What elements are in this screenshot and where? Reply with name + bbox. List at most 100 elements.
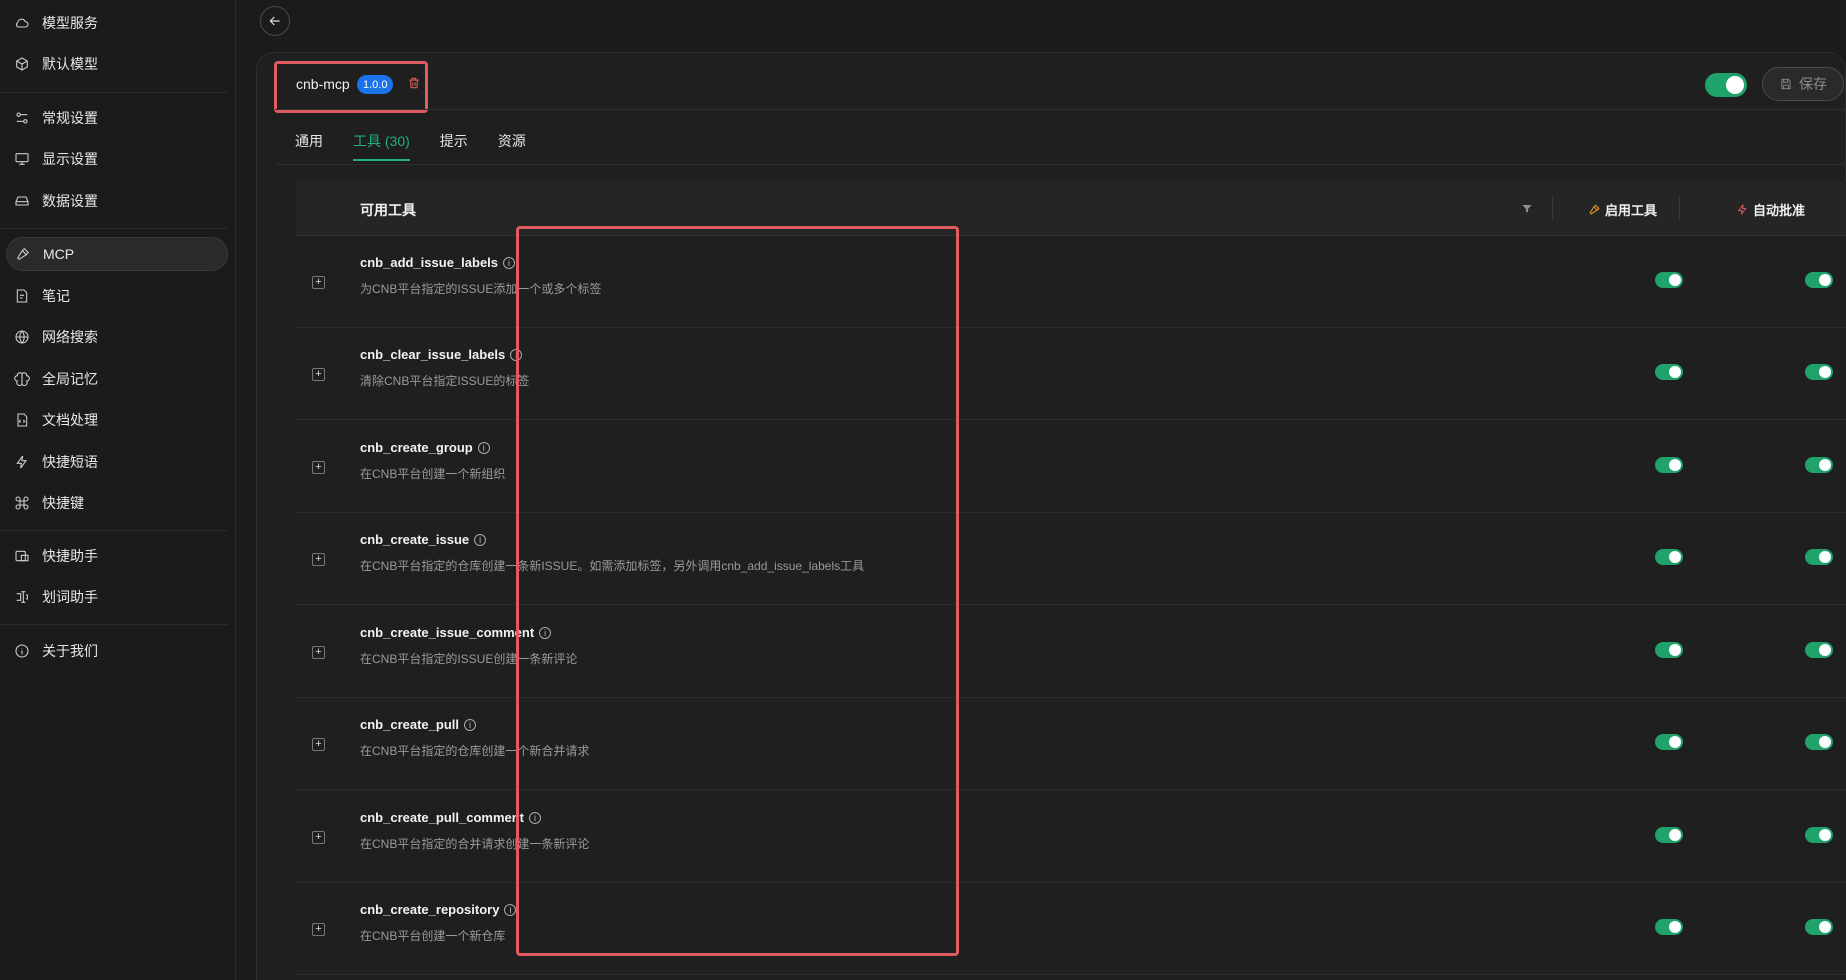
auto-approve-toggle[interactable] xyxy=(1805,457,1833,473)
info-icon[interactable]: i xyxy=(529,811,542,824)
expand-row-button[interactable]: + xyxy=(312,368,325,381)
tool-description: 在CNB平台指定的仓库创建一个新合并请求 xyxy=(360,744,590,758)
info-icon[interactable]: i xyxy=(510,348,523,361)
info-icon[interactable]: i xyxy=(539,626,552,639)
enable-tool-toggle[interactable] xyxy=(1655,272,1683,288)
sidebar-item-mcp[interactable]: MCP xyxy=(6,237,228,271)
tool-name-text: cnb_clear_issue_labels xyxy=(360,347,506,362)
table-row: + cnb_create_issue_comment i 在CNB平台指定的ISS… xyxy=(296,606,1846,698)
sidebar-item-model-service[interactable]: 模型服务 xyxy=(6,6,228,40)
tab-general[interactable]: 通用 xyxy=(295,131,323,161)
enable-tool-toggle[interactable] xyxy=(1655,457,1683,473)
expand-row-button[interactable]: + xyxy=(312,738,325,751)
info-icon[interactable]: i xyxy=(503,256,516,269)
expand-row-button[interactable]: + xyxy=(312,553,325,566)
tabs-divider xyxy=(275,164,1846,165)
monitor-icon xyxy=(14,151,30,167)
info-icon[interactable]: i xyxy=(464,718,476,731)
enable-tool-toggle[interactable] xyxy=(1655,549,1683,565)
auto-approve-toggle[interactable] xyxy=(1805,919,1833,935)
sidebar-divider xyxy=(0,228,228,229)
sidebar-item-label: 数据设置 xyxy=(42,193,98,209)
sidebar-item-default-model[interactable]: 默认模型 xyxy=(6,47,228,81)
sidebar-item-quick-phrases[interactable]: 快捷短语 xyxy=(6,445,228,479)
sidebar-item-general-settings[interactable]: 常规设置 xyxy=(6,101,228,135)
tool-name: cnb_create_issue i xyxy=(360,532,487,547)
auto-approve-toggle[interactable] xyxy=(1805,827,1833,843)
tool-name: cnb_add_issue_labels i xyxy=(360,255,516,270)
tools-table: 可用工具 启用工具 自动批准 + cnb_add_issue_labelsi xyxy=(296,181,1846,980)
sidebar-item-label: 关于我们 xyxy=(42,643,98,659)
command-icon xyxy=(14,495,30,511)
info-icon[interactable]: i xyxy=(504,903,517,916)
tab-resources[interactable]: 资源 xyxy=(498,131,526,161)
tool-description: 在CNB平台指定的ISSUE创建一条新评论 xyxy=(360,652,578,666)
sidebar-item-shortcuts[interactable]: 快捷键 xyxy=(6,486,228,520)
database-icon xyxy=(14,193,30,209)
sidebar-item-notes[interactable]: 笔记 xyxy=(6,279,228,313)
save-icon xyxy=(1781,78,1791,90)
tool-name-text: cnb_create_group xyxy=(360,440,473,455)
table-row: + cnb_create_group i 在CNB平台创建一个新组织 xyxy=(296,421,1846,513)
tool-name-text: cnb_create_pull_comment xyxy=(360,810,525,825)
enable-tool-toggle[interactable] xyxy=(1655,919,1683,935)
table-row: + cnb_add_issue_labels i 为CNB平台指定的ISSUE添加… xyxy=(296,236,1846,328)
sidebar-item-about[interactable]: 关于我们 xyxy=(6,634,228,668)
sidebar-divider xyxy=(0,92,228,93)
server-panel: cnb-mcp 1.0.0 保存 通用 工具 (30) 提示 资源 可用工具 启… xyxy=(256,52,1846,980)
expand-row-button[interactable]: + xyxy=(312,646,325,659)
save-button[interactable]: 保存 xyxy=(1762,67,1844,101)
sidebar-item-quick-assistant[interactable]: 快捷助手 xyxy=(6,539,228,573)
tool-name-text: cnb_create_issue_comment xyxy=(360,625,535,640)
sidebar-item-global-memory[interactable]: 全局记忆 xyxy=(6,362,228,396)
filter-icon[interactable] xyxy=(1521,202,1533,214)
tool-name: cnb_create_group i xyxy=(360,440,490,455)
tool-name-text: cnb_create_issue xyxy=(360,532,470,547)
enable-tool-toggle[interactable] xyxy=(1655,364,1683,380)
enable-tool-toggle[interactable] xyxy=(1655,642,1683,658)
column-divider xyxy=(1552,197,1553,219)
sidebar-item-data-settings[interactable]: 数据设置 xyxy=(6,184,228,218)
sidebar-item-label: 显示设置 xyxy=(42,151,98,167)
sidebar-item-label: 全局记忆 xyxy=(42,371,98,387)
expand-row-button[interactable]: + xyxy=(312,461,325,474)
text-select-icon xyxy=(14,589,30,605)
sidebar-item-web-search[interactable]: 网络搜索 xyxy=(6,320,228,354)
info-icon xyxy=(14,643,30,659)
tool-name: cnb_create_repository i xyxy=(360,902,517,917)
column-header-tools: 可用工具 xyxy=(360,202,416,218)
sidebar-item-doc-processing[interactable]: 文档处理 xyxy=(6,403,228,437)
trash-icon[interactable] xyxy=(407,76,423,92)
sidebar-item-display-settings[interactable]: 显示设置 xyxy=(6,142,228,176)
auto-approve-toggle[interactable] xyxy=(1805,734,1833,750)
sidebar-item-label: 笔记 xyxy=(42,288,70,304)
sidebar-item-label: 模型服务 xyxy=(42,15,98,31)
tab-tools[interactable]: 工具 (30) xyxy=(353,131,410,161)
enable-tool-toggle[interactable] xyxy=(1655,734,1683,750)
sidebar-item-label: MCP xyxy=(43,246,75,262)
server-enable-toggle[interactable] xyxy=(1705,73,1747,97)
sidebar-item-selection-assistant[interactable]: 划词助手 xyxy=(6,580,228,614)
cloud-icon xyxy=(14,15,30,31)
expand-row-button[interactable]: + xyxy=(312,831,325,844)
tool-name-text: cnb_create_pull xyxy=(360,717,459,732)
table-row: + cnb_create_pull i 在CNB平台指定的仓库创建一个新合并请求 xyxy=(296,698,1846,790)
info-icon[interactable]: i xyxy=(477,441,490,454)
column-header-auto-approve: 自动批准 xyxy=(1736,200,1805,219)
sidebar-item-label: 常规设置 xyxy=(42,110,98,126)
info-icon[interactable]: i xyxy=(474,533,487,546)
enable-tool-toggle[interactable] xyxy=(1655,827,1683,843)
auto-approve-toggle[interactable] xyxy=(1805,272,1833,288)
save-button-label: 保存 xyxy=(1799,76,1827,92)
expand-row-button[interactable]: + xyxy=(312,923,325,936)
back-button[interactable] xyxy=(260,6,290,36)
auto-approve-toggle[interactable] xyxy=(1805,549,1833,565)
tool-description: 为CNB平台指定的ISSUE添加一个或多个标签 xyxy=(360,282,602,296)
expand-row-button[interactable]: + xyxy=(312,276,325,289)
auto-approve-toggle[interactable] xyxy=(1805,642,1833,658)
tab-bar: 通用 工具 (30) 提示 资源 xyxy=(295,131,526,161)
tab-prompts[interactable]: 提示 xyxy=(440,131,468,161)
main-content: cnb-mcp 1.0.0 保存 通用 工具 (30) 提示 资源 可用工具 启… xyxy=(236,0,1846,980)
auto-approve-toggle[interactable] xyxy=(1805,364,1833,380)
sidebar-item-label: 网络搜索 xyxy=(42,329,98,345)
